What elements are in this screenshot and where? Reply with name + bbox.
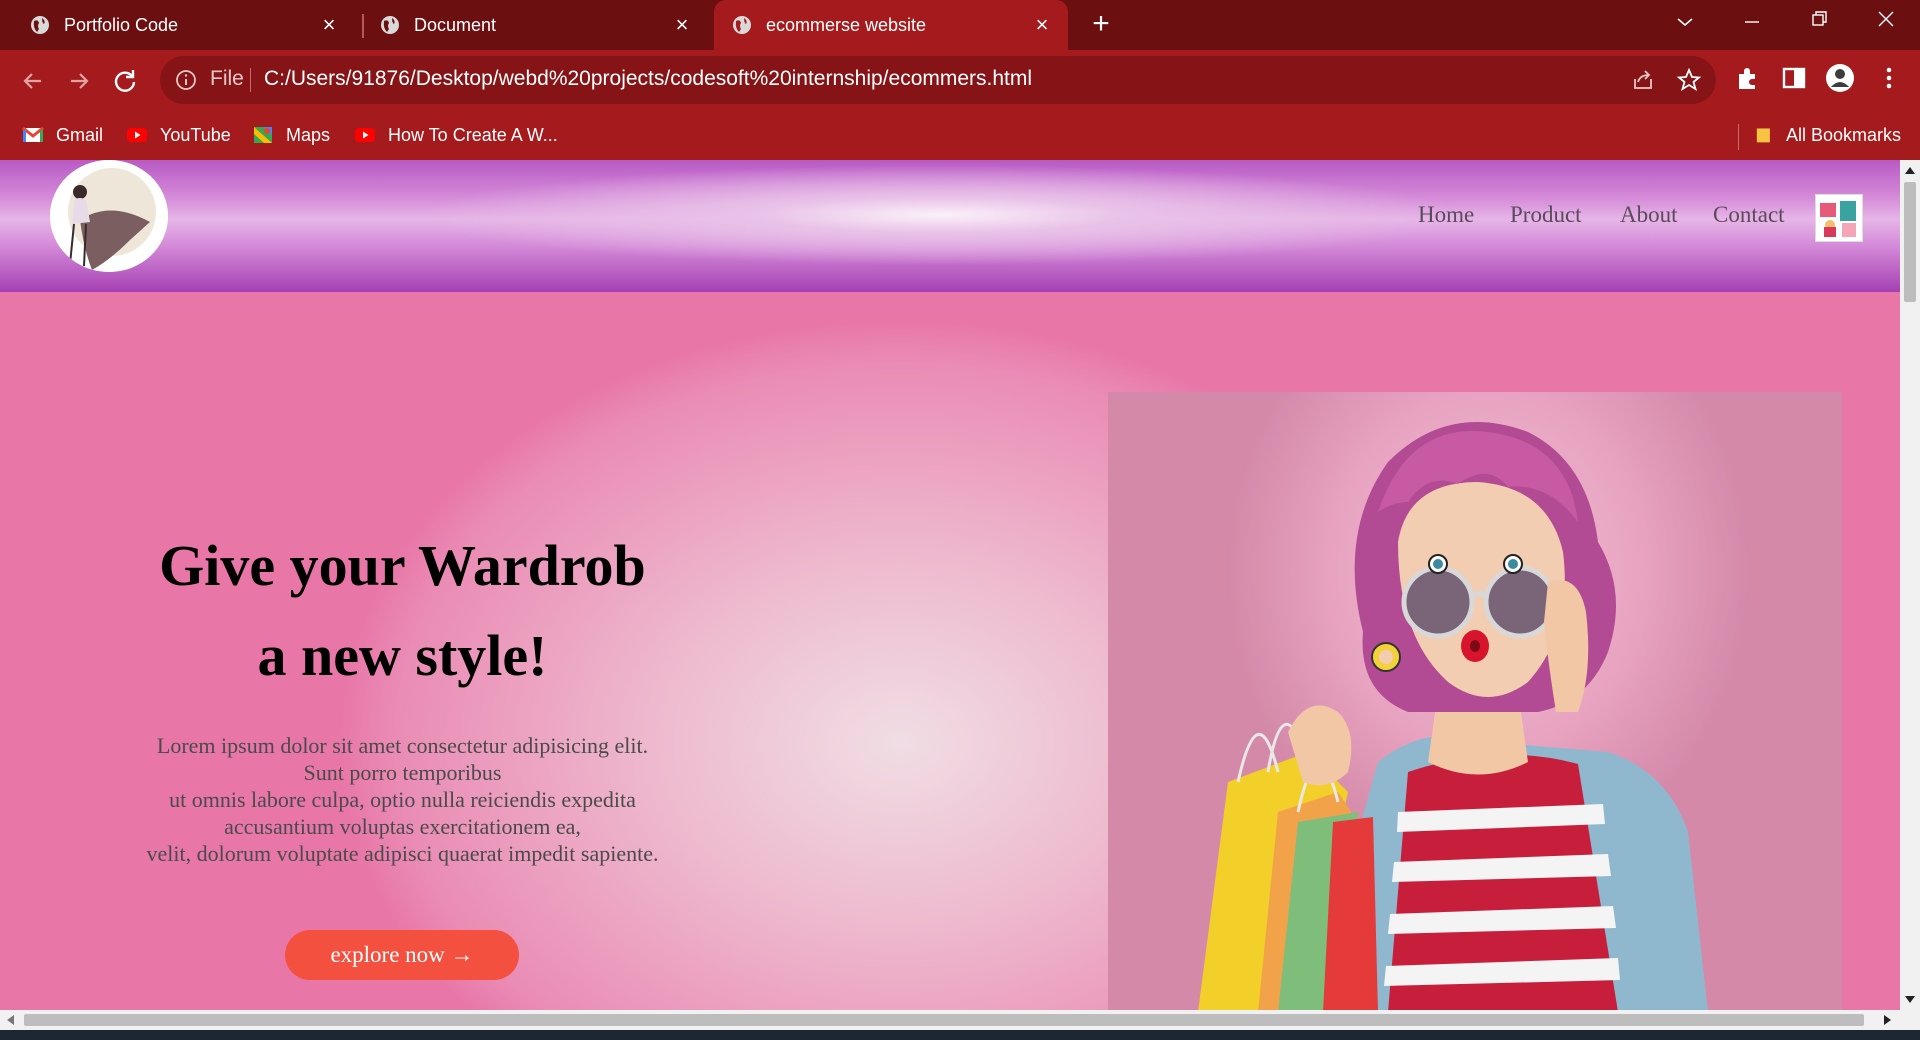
site-header: Home Product About Contact	[0, 160, 1900, 292]
youtube-icon	[127, 128, 147, 142]
close-icon[interactable]: ×	[672, 14, 692, 36]
nav-contact[interactable]: Contact	[1713, 202, 1785, 228]
hero-description: Lorem ipsum dolor sit amet consectetur a…	[0, 732, 805, 867]
bookmark-maps[interactable]: Maps	[252, 120, 330, 150]
description-line: ut omnis labore culpa, optio nulla reici…	[169, 787, 636, 812]
bookmark-youtube[interactable]: YouTube	[126, 120, 231, 150]
tab-title: Portfolio Code	[64, 14, 179, 35]
close-icon[interactable]: ×	[319, 14, 339, 36]
side-panel-icon[interactable]	[1779, 63, 1809, 93]
scroll-up-icon[interactable]	[1905, 166, 1915, 174]
nav-home[interactable]: Home	[1418, 202, 1474, 228]
restore-button[interactable]	[1800, 6, 1840, 38]
address-divider	[250, 68, 251, 92]
bookmark-how-to-create[interactable]: How To Create A W...	[354, 120, 558, 150]
nav-product[interactable]: Product	[1510, 202, 1582, 228]
bookmark-gmail[interactable]: Gmail	[22, 120, 103, 150]
description-line: accusantium voluptas exercitationem ea,	[224, 814, 581, 839]
back-arrow-icon[interactable]	[16, 64, 50, 98]
close-window-button[interactable]	[1866, 6, 1906, 38]
description-line: velit, dolorum voluptate adipisci quaera…	[146, 841, 659, 866]
tab-portfolio-code[interactable]: Portfolio Code ×	[0, 0, 355, 50]
hero-section: Give your Wardrob a new style! Lorem ips…	[0, 292, 1900, 1010]
shopping-cart-icon	[1816, 195, 1862, 241]
tab-ecommerse-website[interactable]: ecommerse website ×	[714, 0, 1068, 50]
maps-icon	[254, 127, 272, 143]
logo-illustration	[50, 160, 168, 272]
all-bookmarks-folder[interactable]: All Bookmarks	[1756, 120, 1901, 150]
bookmark-label: How To Create A W...	[388, 124, 558, 145]
tab-title: Document	[414, 14, 497, 35]
globe-icon	[381, 16, 399, 34]
tab-strip: Portfolio Code × Document × ecommerse we…	[0, 0, 1920, 50]
bookmark-star-icon[interactable]	[1676, 67, 1702, 93]
description-line: Sunt porro temporibus	[303, 760, 502, 785]
forward-arrow-icon[interactable]	[62, 64, 96, 98]
bookmarks-separator	[1738, 124, 1739, 150]
share-icon[interactable]	[1630, 67, 1656, 93]
hero-title-line2: a new style!	[257, 623, 548, 688]
file-scheme-label: File	[210, 67, 244, 90]
all-bookmarks-label: All Bookmarks	[1786, 124, 1902, 145]
vertical-scrollbar[interactable]	[1900, 160, 1920, 1010]
bookmark-label: Maps	[286, 124, 331, 145]
youtube-icon	[355, 128, 375, 142]
hero-title-line1: Give your Wardrob	[159, 533, 646, 598]
folder-icon	[1756, 128, 1770, 143]
horizontal-scroll-thumb[interactable]	[24, 1014, 1864, 1026]
info-icon[interactable]	[174, 68, 198, 92]
extensions-puzzle-icon[interactable]	[1733, 63, 1763, 93]
new-tab-button[interactable]: +	[1086, 9, 1116, 40]
vertical-scroll-thumb[interactable]	[1904, 182, 1916, 302]
os-taskbar	[0, 1030, 1920, 1040]
address-bar[interactable]: File C:/Users/91876/Desktop/webd%20proje…	[160, 56, 1716, 104]
kebab-menu-icon[interactable]	[1874, 63, 1904, 93]
nav-about[interactable]: About	[1620, 202, 1678, 228]
shopping-woman-illustration	[1198, 422, 1708, 1010]
profile-avatar-icon[interactable]	[1825, 63, 1855, 93]
gmail-icon	[22, 126, 44, 142]
tab-title: ecommerse website	[766, 14, 927, 35]
description-line: Lorem ipsum dolor sit amet consectetur a…	[156, 733, 649, 758]
bookmark-label: Gmail	[56, 124, 104, 145]
bookmark-label: YouTube	[160, 124, 231, 145]
scroll-down-icon[interactable]	[1905, 996, 1915, 1004]
page-viewport: Home Product About Contact Give your War…	[0, 160, 1900, 1010]
globe-icon	[733, 16, 751, 34]
horizontal-scrollbar[interactable]	[0, 1010, 1900, 1030]
scrollbar-corner	[1900, 1010, 1920, 1030]
site-logo[interactable]	[50, 160, 168, 272]
tab-document[interactable]: Document ×	[350, 0, 708, 50]
explore-now-button[interactable]: explore now →	[285, 930, 519, 980]
reload-icon[interactable]	[108, 64, 142, 98]
bookmarks-bar: Gmail YouTube Maps How To Create A W... …	[0, 112, 1920, 160]
browser-toolbar: File C:/Users/91876/Desktop/webd%20proje…	[0, 50, 1920, 112]
close-icon[interactable]: ×	[1032, 14, 1052, 36]
url-text[interactable]: C:/Users/91876/Desktop/webd%20projects/c…	[264, 67, 1032, 91]
minimize-button[interactable]	[1732, 6, 1772, 38]
hero-image	[1108, 392, 1842, 1010]
scroll-right-icon[interactable]	[1884, 1015, 1892, 1025]
scroll-left-icon[interactable]	[6, 1015, 14, 1025]
tab-search-chevron-icon[interactable]	[1665, 6, 1705, 38]
cart-thumbnail[interactable]	[1815, 194, 1863, 242]
globe-icon	[31, 16, 49, 34]
